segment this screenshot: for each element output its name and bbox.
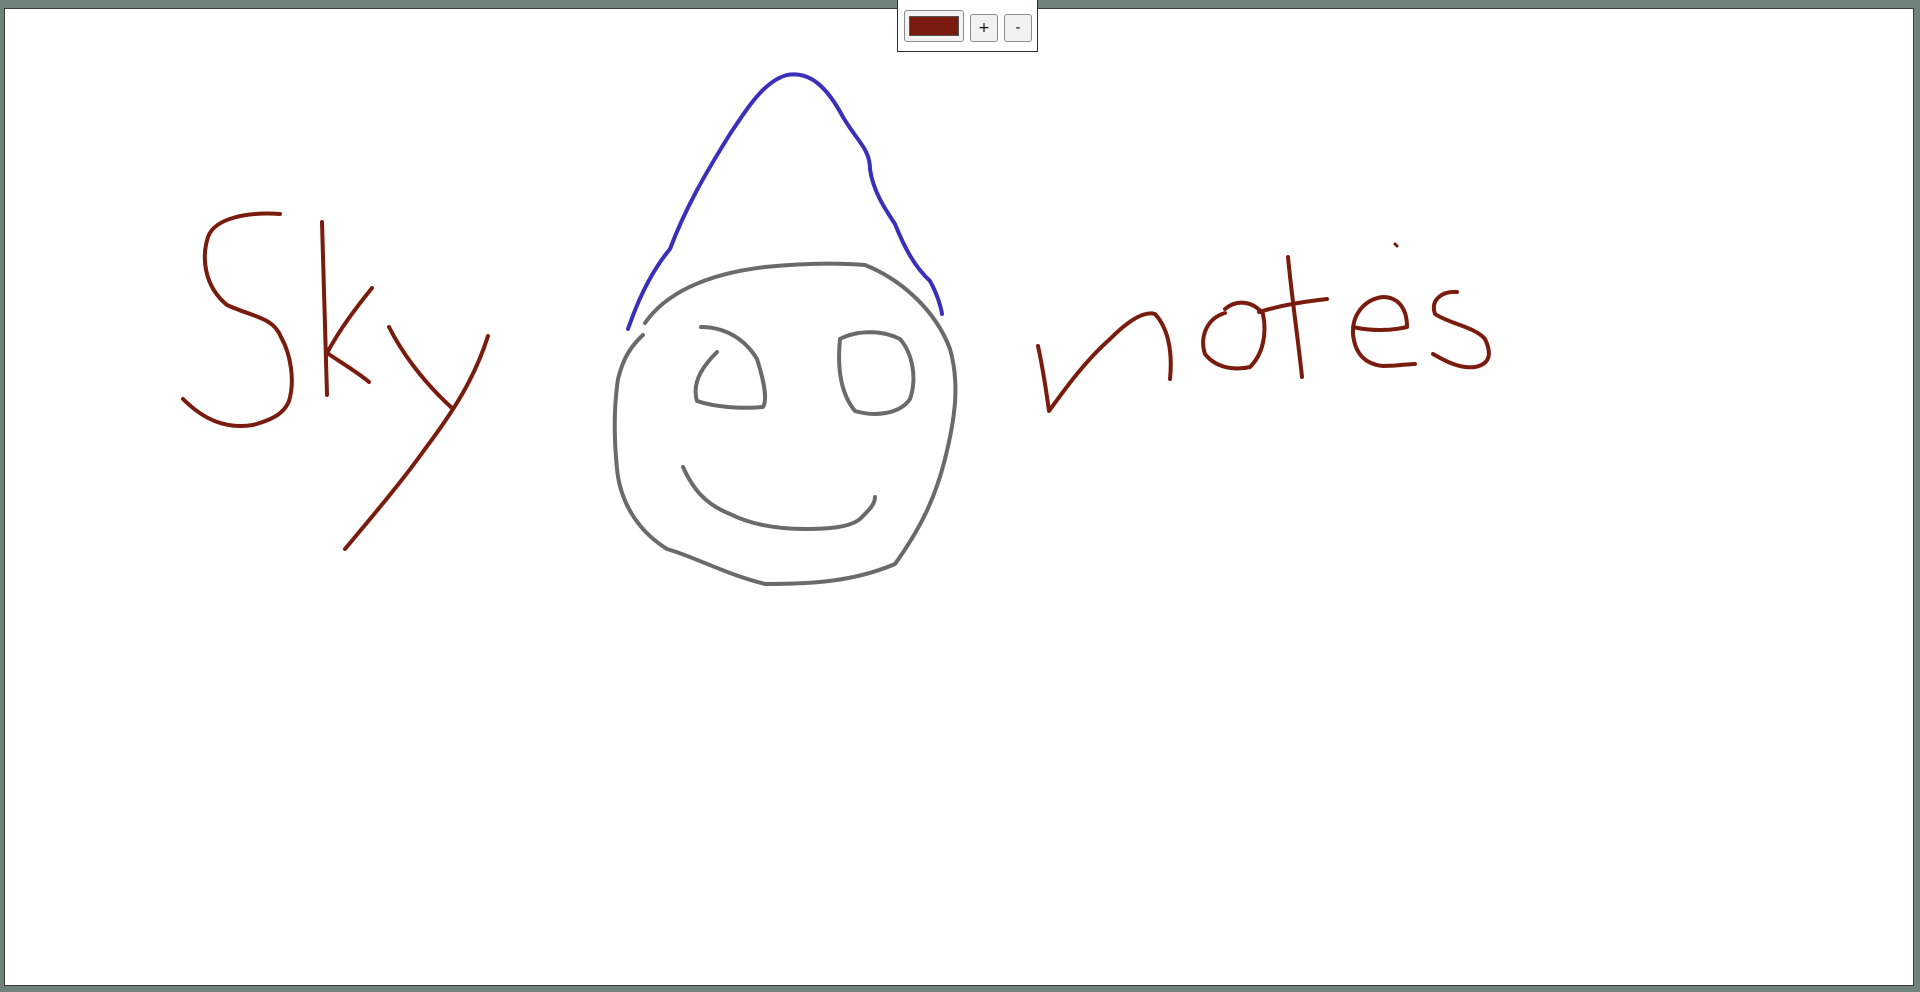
drawing-surface[interactable] [5,9,1914,986]
pen-toolbar: + - [897,0,1038,52]
hat-drawing [626,72,944,331]
stroke-t-vertical [1286,255,1304,379]
decrease-brush-size-button[interactable]: - [1004,13,1032,42]
face-drawing [612,261,958,586]
increase-brush-size-button[interactable]: + [970,13,998,42]
stroke-k-branch [325,286,374,384]
stroke-apostrophe-dot [1393,242,1399,248]
stroke-head [612,261,958,586]
drawing-canvas[interactable] [4,8,1914,986]
color-picker-button[interactable] [904,9,964,42]
stroke-s [181,211,294,428]
stroke-right-eye [837,330,916,416]
stroke-hat [626,72,944,331]
app-window: + - [0,0,1920,992]
stroke-left-eye [693,325,767,410]
stroke-mouth [681,465,877,531]
stroke-y-left [387,325,455,411]
stroke-n [1036,311,1173,413]
stroke-s2 [1431,289,1491,370]
handwritten-notes [1036,242,1491,413]
stroke-e [1350,295,1417,368]
stroke-o [1201,300,1267,371]
color-swatch-icon [909,15,959,36]
handwritten-sky [181,211,490,551]
stroke-k-vertical [320,220,329,397]
